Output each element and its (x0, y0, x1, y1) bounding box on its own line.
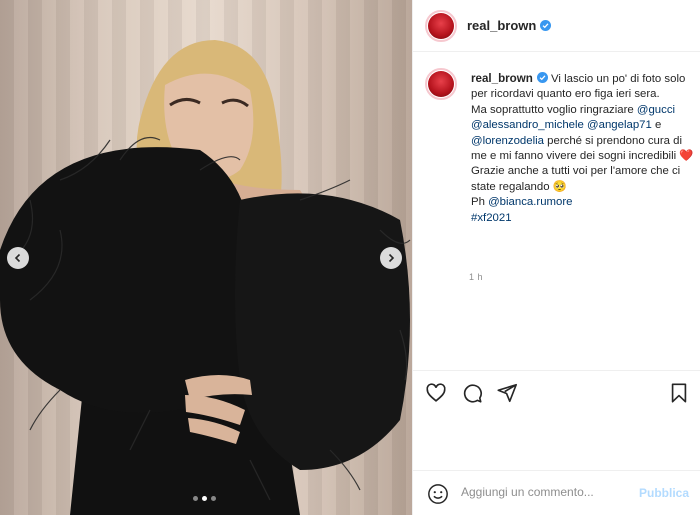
caption-row: real_brown Vi lascio un po' di foto solo… (425, 68, 695, 226)
chevron-right-icon (388, 253, 395, 263)
post-header: real_brown (413, 0, 700, 52)
previous-slide-button[interactable] (7, 247, 29, 269)
comment-icon[interactable] (461, 382, 483, 404)
caption-username[interactable]: real_brown (471, 72, 533, 85)
pleading-emoji: 🥺 (552, 180, 567, 193)
hashtag-link[interactable]: #xf2021 (471, 212, 512, 224)
carousel-dot (211, 496, 216, 501)
caption-text-4: Grazie anche a tutti voi per l'amore che… (471, 165, 681, 193)
comment-bar: Pubblica (413, 470, 700, 515)
verified-badge-icon (536, 72, 548, 83)
carousel-dot (193, 496, 198, 501)
mention-link[interactable]: @alessandro_michele (471, 119, 584, 131)
woman-in-feather-dress-image (0, 40, 411, 515)
next-slide-button[interactable] (380, 247, 402, 269)
mention-link[interactable]: @bianca.rumore (488, 196, 572, 208)
caption-text-e: e (651, 119, 662, 132)
carousel-indicator (193, 496, 216, 501)
caption-avatar[interactable] (425, 68, 457, 100)
caption-text-ph: Ph (471, 196, 489, 209)
verified-badge-icon (540, 20, 552, 31)
publish-button[interactable]: Pubblica (639, 486, 689, 500)
carousel-dot-active (202, 496, 207, 501)
comment-input[interactable] (459, 484, 643, 500)
heart-icon[interactable] (425, 382, 447, 404)
chevron-left-icon (14, 253, 21, 263)
avatar[interactable] (425, 9, 457, 42)
post-timestamp[interactable]: 1 h (469, 272, 483, 282)
post-side-panel: real_brown real_brown Vi lascio un po' d… (412, 0, 700, 515)
mention-link[interactable]: @lorenzodelia (471, 135, 544, 147)
header-username[interactable]: real_brown (467, 18, 536, 33)
post-actions (413, 370, 700, 414)
mention-link[interactable]: @angelap71 (587, 119, 652, 131)
mention-link[interactable]: @gucci (637, 104, 675, 116)
post-photo[interactable] (0, 0, 412, 515)
bookmark-icon[interactable] (668, 382, 690, 404)
heart-emoji: ❤️ (679, 150, 694, 163)
emoji-icon[interactable] (427, 483, 449, 505)
share-icon[interactable] (496, 382, 518, 404)
caption-text-2: Ma soprattutto voglio ringraziare (471, 103, 637, 116)
caption-text: real_brown Vi lascio un po' di foto solo… (471, 71, 695, 226)
